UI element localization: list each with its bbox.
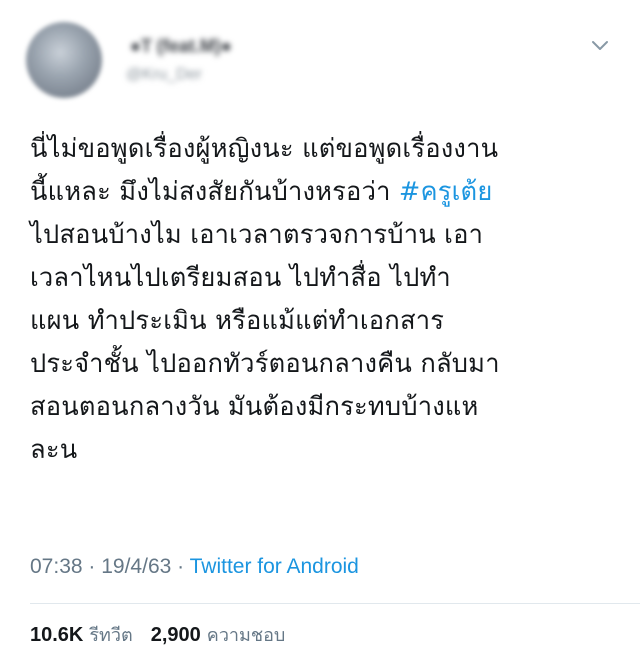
tweet-line: นี่ไม่ขอพูดเรื่องผู้หญิงนะ แต่ขอพูดเรื่อ…: [30, 134, 499, 164]
tweet-header: ●T (feat.M)● @Kru_Der: [26, 22, 616, 102]
tweet-line: เวลาไหนไปเตรียมสอน ไปทำสื่อ ไปทำ: [30, 263, 451, 293]
retweets-stat[interactable]: 10.6K รีทวีต: [30, 624, 133, 646]
hashtag-link[interactable]: #ครูเต้ย: [399, 177, 493, 207]
likes-stat[interactable]: 2,900 ความชอบ: [151, 624, 286, 646]
likes-label: ความชอบ: [206, 625, 286, 646]
tweet-line: สอนตอนกลางวัน มันต้องมีกระทบบ้างแห: [30, 392, 479, 422]
tweet-meta: 07:38 · 19/4/63 · Twitter for Android: [30, 555, 359, 579]
tweet-line: นี้แหละ มึงไม่สงสัยกันบ้างหรอว่า #ครูเต้…: [30, 171, 620, 214]
source-link[interactable]: Twitter for Android: [190, 555, 359, 578]
tweet-text: นี่ไม่ขอพูดเรื่องผู้หญิงนะ แต่ขอพูดเรื่อ…: [30, 128, 620, 472]
avatar[interactable]: [26, 22, 102, 98]
author-name[interactable]: ●T (feat.M)●: [126, 36, 236, 58]
tweet-line-text: นี้แหละ มึงไม่สงสัยกันบ้างหรอว่า: [30, 177, 399, 207]
author-handle[interactable]: @Kru_Der: [126, 66, 202, 84]
chevron-down-icon[interactable]: [590, 36, 610, 56]
tweet-time[interactable]: 07:38: [30, 555, 83, 578]
meta-separator: ·: [82, 555, 102, 578]
tweet-line: ไปสอนบ้างไม เอาเวลาตรวจการบ้าน เอา: [30, 220, 484, 250]
tweet-line: ประจำชั้น ไปออกทัวร์ตอนกลางคืน กลับมา: [30, 349, 500, 379]
tweet-date[interactable]: 19/4/63: [101, 555, 171, 578]
meta-separator: ·: [171, 555, 190, 578]
tweet-line: แผน ทำประเมิน หรือแม้แต่ทำเอกสาร: [30, 306, 445, 336]
likes-count: 2,900: [150, 624, 201, 646]
retweets-label: รีทวีต: [89, 625, 133, 646]
divider: [30, 603, 640, 604]
tweet-stats: 10.6K รีทวีต 2,900 ความชอบ: [30, 620, 285, 649]
tweet-line: ละน: [30, 435, 78, 465]
retweets-count: 10.6K: [30, 624, 84, 646]
